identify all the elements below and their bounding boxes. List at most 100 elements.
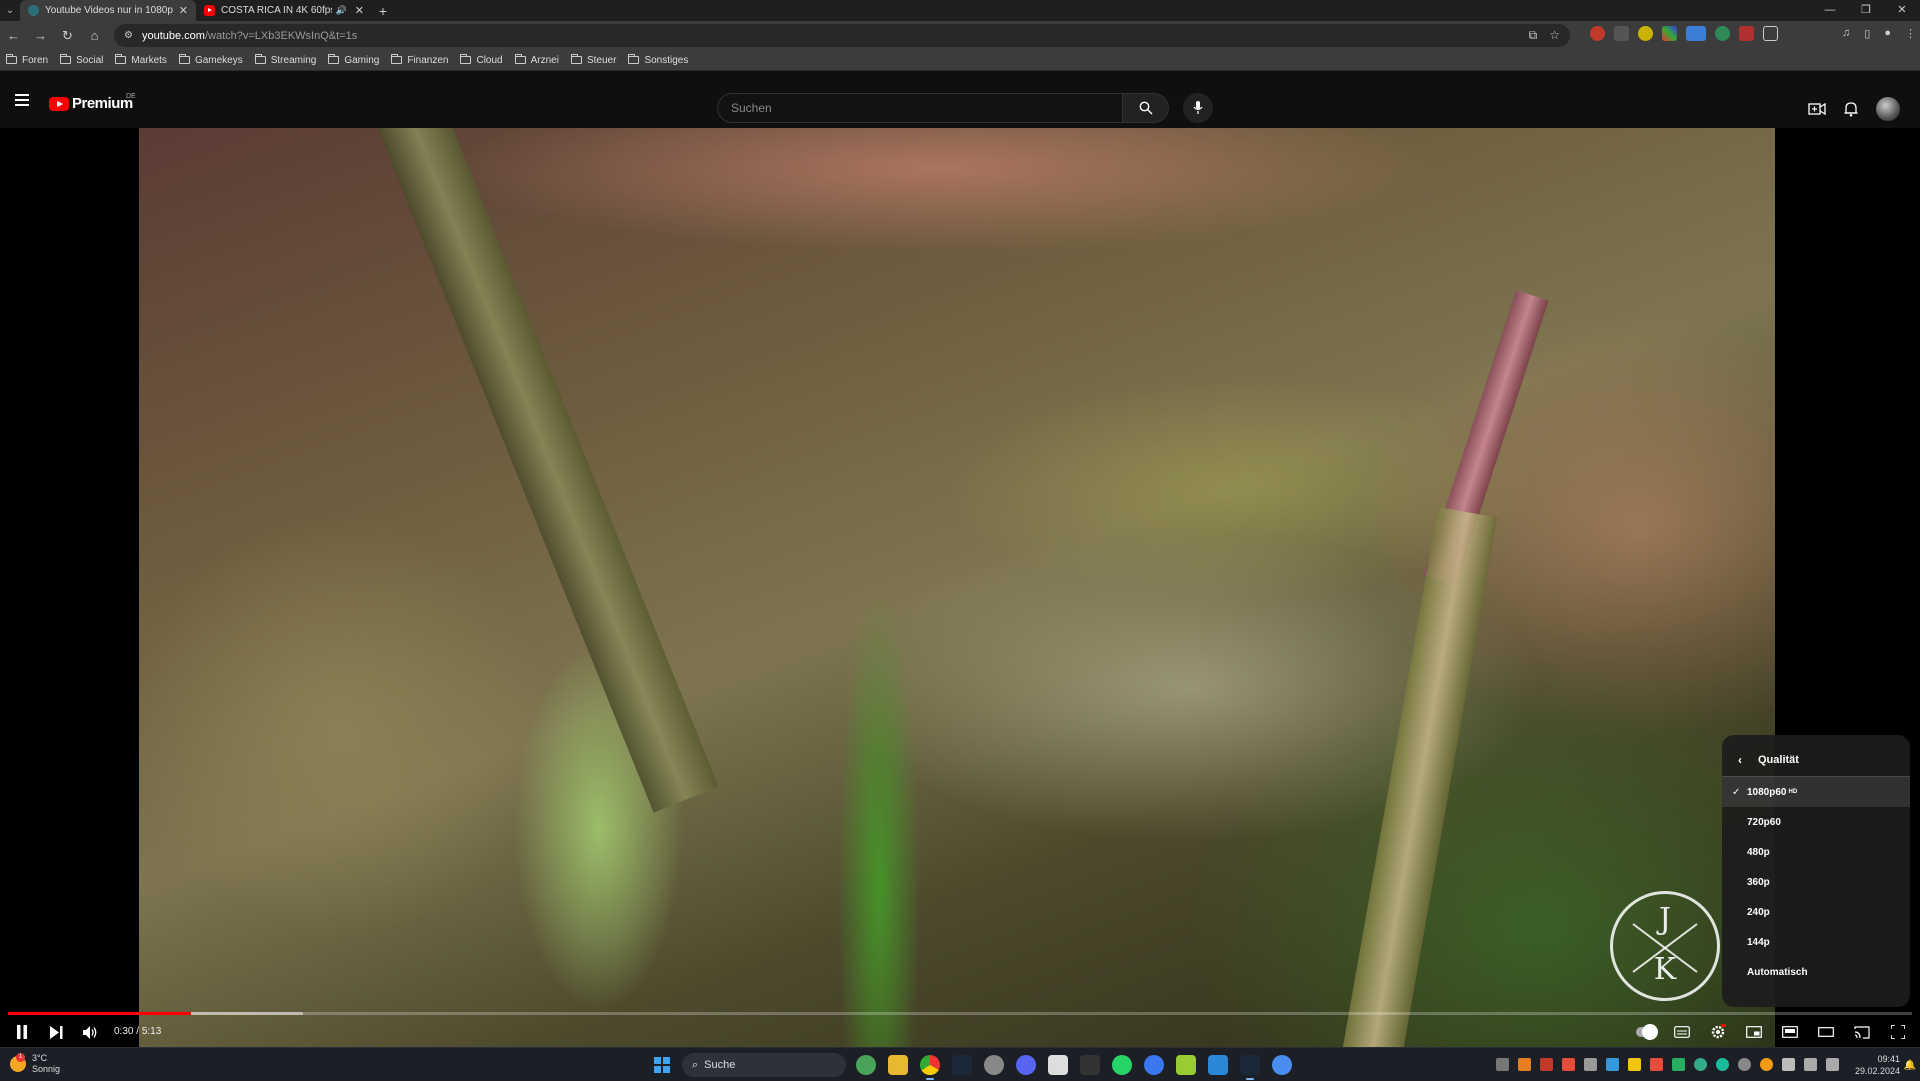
- bookmark-folder[interactable]: Gamekeys: [178, 54, 243, 66]
- cast-button[interactable]: [1852, 1024, 1872, 1040]
- bookmark-folder[interactable]: Sonstiges: [628, 54, 688, 66]
- ext-ghost-icon[interactable]: [1614, 26, 1629, 41]
- new-tab-button[interactable]: +: [372, 3, 394, 19]
- tray-icon[interactable]: [1562, 1058, 1575, 1071]
- tab-close-icon[interactable]: ✕: [355, 4, 364, 17]
- extensions-puzzle-icon[interactable]: [1763, 26, 1778, 41]
- forward-icon[interactable]: →: [27, 28, 54, 43]
- subtitles-button[interactable]: [1672, 1024, 1692, 1040]
- side-panel-icon[interactable]: ▯: [1864, 27, 1870, 40]
- ext-red-icon[interactable]: [1590, 26, 1605, 41]
- fullscreen-button[interactable]: [1888, 1024, 1908, 1040]
- mute-button[interactable]: [80, 1022, 102, 1042]
- search-button[interactable]: [1123, 93, 1169, 123]
- ext-green-icon[interactable]: [1715, 26, 1730, 41]
- ext-yellow-icon[interactable]: [1638, 26, 1653, 41]
- notifications-bell-icon[interactable]: [1844, 101, 1858, 117]
- next-button[interactable]: [46, 1022, 66, 1042]
- app3-icon[interactable]: [1272, 1055, 1292, 1075]
- windows-start-icon[interactable]: [654, 1057, 670, 1073]
- avatar[interactable]: [1876, 97, 1900, 121]
- quality-option-720p60[interactable]: 720p60: [1722, 807, 1910, 837]
- bookmark-star-icon[interactable]: ☆: [1549, 28, 1560, 43]
- explorer-icon[interactable]: [888, 1055, 908, 1075]
- miniplayer-button[interactable]: [1744, 1024, 1764, 1040]
- close-window-icon[interactable]: ✕: [1884, 0, 1920, 21]
- bookmark-folder[interactable]: Cloud: [460, 54, 503, 66]
- back-icon[interactable]: ←: [0, 28, 27, 43]
- taskbar-search-input[interactable]: ⌕ Suche: [682, 1053, 846, 1077]
- ext-multi-icon[interactable]: [1662, 26, 1677, 41]
- quality-menu-header[interactable]: ‹ Qualität: [1722, 743, 1910, 777]
- settings-button[interactable]: [1708, 1024, 1728, 1040]
- pause-button[interactable]: [12, 1022, 32, 1042]
- steam-icon[interactable]: [952, 1055, 972, 1075]
- tray-icon[interactable]: [1518, 1058, 1531, 1071]
- bookmark-folder[interactable]: Steuer: [570, 54, 616, 66]
- search-input[interactable]: Suchen: [717, 93, 1123, 123]
- bookmark-folder[interactable]: Social: [60, 54, 103, 66]
- address-bar[interactable]: ⚙ youtube.com/watch?v=LXb3EKWsInQ&t=1s ⧉…: [114, 24, 1570, 47]
- autoplay-toggle[interactable]: [1636, 1024, 1658, 1040]
- notification-center-icon[interactable]: 🔔: [1904, 1060, 1916, 1071]
- create-video-icon[interactable]: [1808, 102, 1826, 116]
- tray-icon[interactable]: [1606, 1058, 1619, 1071]
- ext-red2-icon[interactable]: [1739, 26, 1754, 41]
- todo-icon[interactable]: [1208, 1055, 1228, 1075]
- bookmark-folder[interactable]: Markets: [115, 54, 167, 66]
- tab-costa-rica[interactable]: COSTA RICA IN 4K 60fps HD 🔊 ✕: [196, 0, 372, 21]
- discord-icon[interactable]: [1016, 1055, 1036, 1075]
- app-icon[interactable]: [984, 1055, 1004, 1075]
- tray-icon[interactable]: [1650, 1058, 1663, 1071]
- install-app-icon[interactable]: ⧉: [1529, 28, 1538, 43]
- signal-icon[interactable]: [1144, 1055, 1164, 1075]
- media-control-icon[interactable]: ♫: [1842, 27, 1850, 40]
- youtube-brand[interactable]: Premium: [72, 95, 133, 112]
- tray-icon[interactable]: [1672, 1058, 1685, 1071]
- onedrive-icon[interactable]: [1782, 1058, 1795, 1071]
- bookmark-folder[interactable]: Foren: [6, 54, 48, 66]
- quality-option-240p[interactable]: 240p: [1722, 897, 1910, 927]
- speaker-icon[interactable]: [1826, 1058, 1839, 1071]
- reload-icon[interactable]: ↻: [54, 28, 81, 44]
- tray-icon[interactable]: [1540, 1058, 1553, 1071]
- profile-icon[interactable]: ●: [1884, 27, 1891, 40]
- tab-search-icon[interactable]: ⌄: [0, 0, 20, 21]
- voice-search-button[interactable]: [1183, 93, 1213, 123]
- frog-icon[interactable]: [856, 1055, 876, 1075]
- quality-option-360p[interactable]: 360p: [1722, 867, 1910, 897]
- chevron-left-icon[interactable]: ‹: [1738, 753, 1742, 767]
- tray-icon[interactable]: [1738, 1058, 1751, 1071]
- home-icon[interactable]: ⌂: [81, 28, 108, 43]
- app2-icon[interactable]: [1176, 1055, 1196, 1075]
- quality-option-144p[interactable]: 144p: [1722, 927, 1910, 957]
- bookmark-folder[interactable]: Streaming: [254, 54, 316, 66]
- minimize-icon[interactable]: —: [1812, 0, 1848, 21]
- hamburger-menu-icon[interactable]: [15, 94, 29, 106]
- obs-icon[interactable]: [1048, 1055, 1068, 1075]
- tray-icon[interactable]: [1584, 1058, 1597, 1071]
- quality-option-1080p60[interactable]: ✓ 1080p60 HD: [1722, 777, 1910, 807]
- channel-watermark-logo[interactable]: J K: [1610, 891, 1720, 1001]
- bookmark-folder[interactable]: Finanzen: [391, 54, 448, 66]
- tab-youtube-videos[interactable]: Youtube Videos nur in 1080p fr ✕: [20, 0, 196, 21]
- tray-icon[interactable]: [1694, 1058, 1707, 1071]
- youtube-logo-icon[interactable]: [49, 97, 69, 111]
- restore-icon[interactable]: ❐: [1848, 0, 1884, 21]
- tray-icon[interactable]: [1628, 1058, 1641, 1071]
- weather-widget[interactable]: 1 3°C Sonnig: [10, 1053, 60, 1075]
- chrome-menu-icon[interactable]: ⋮: [1905, 27, 1916, 40]
- bookmark-folder[interactable]: Arznei: [514, 54, 559, 66]
- quality-option-auto[interactable]: Automatisch: [1722, 957, 1910, 987]
- bookmark-folder[interactable]: Gaming: [328, 54, 379, 66]
- theater-mode-button[interactable]: [1780, 1024, 1800, 1040]
- video-frame[interactable]: [139, 128, 1775, 1047]
- chrome-icon[interactable]: [920, 1055, 940, 1080]
- site-info-icon[interactable]: ⚙: [124, 30, 133, 41]
- whatsapp-icon[interactable]: [1112, 1055, 1132, 1075]
- network-icon[interactable]: [1804, 1058, 1817, 1071]
- system-clock[interactable]: 09:41 29.02.2024: [1855, 1053, 1900, 1077]
- tab-audio-icon[interactable]: 🔊: [336, 5, 347, 16]
- video-player[interactable]: J K ‹ Qualität ✓ 1080p60 HD 720p60 480p 3…: [0, 128, 1920, 1047]
- tray-icon[interactable]: [1760, 1058, 1773, 1071]
